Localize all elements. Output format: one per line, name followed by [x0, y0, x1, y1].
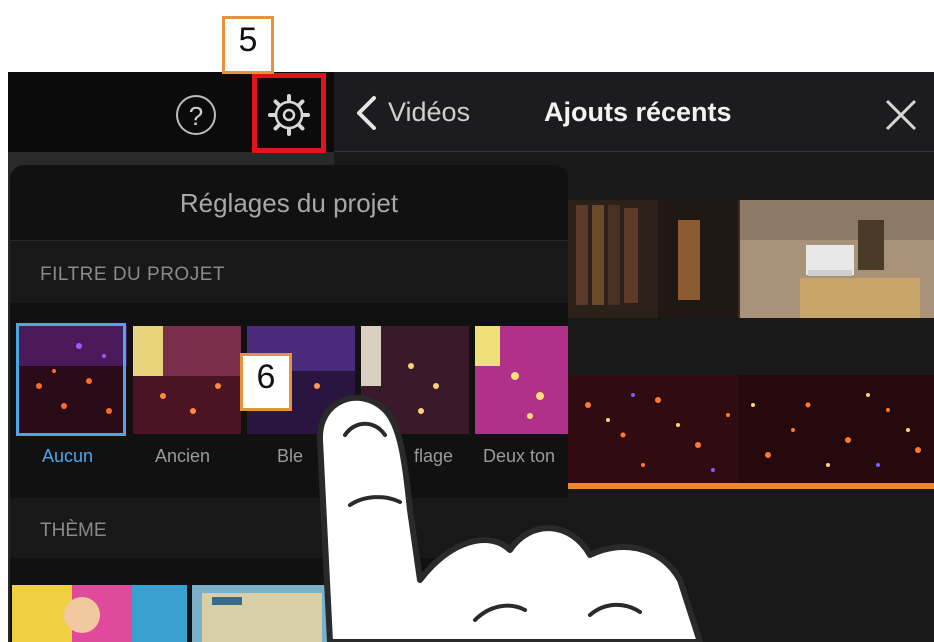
theme-section-header: THÈME [40, 520, 107, 541]
callout-step-5: 5 [222, 16, 274, 74]
back-chevron-icon[interactable] [354, 95, 378, 131]
close-icon[interactable] [884, 98, 918, 132]
filter-label-aucun[interactable]: Aucun [42, 446, 93, 467]
filter-thumb-ancien[interactable] [133, 326, 241, 434]
pointing-hand-illustration [316, 394, 703, 642]
back-button-label[interactable]: Vidéos [388, 97, 470, 128]
panel-title: Réglages du projet [179, 188, 399, 218]
callout-step-6: 6 [240, 353, 292, 411]
help-button[interactable]: ? [176, 95, 216, 135]
filter-label-ancien[interactable]: Ancien [155, 446, 210, 467]
gear-highlight-box [252, 73, 326, 153]
screenshot-top-margin [0, 0, 934, 72]
nav-title: Ajouts récents [544, 97, 732, 127]
video-thumbnail-office[interactable] [568, 200, 934, 318]
filter-selected-outline [16, 323, 126, 436]
theme-thumb-1[interactable] [12, 585, 187, 642]
filter-section-header: FILTRE DU PROJET [40, 264, 225, 285]
